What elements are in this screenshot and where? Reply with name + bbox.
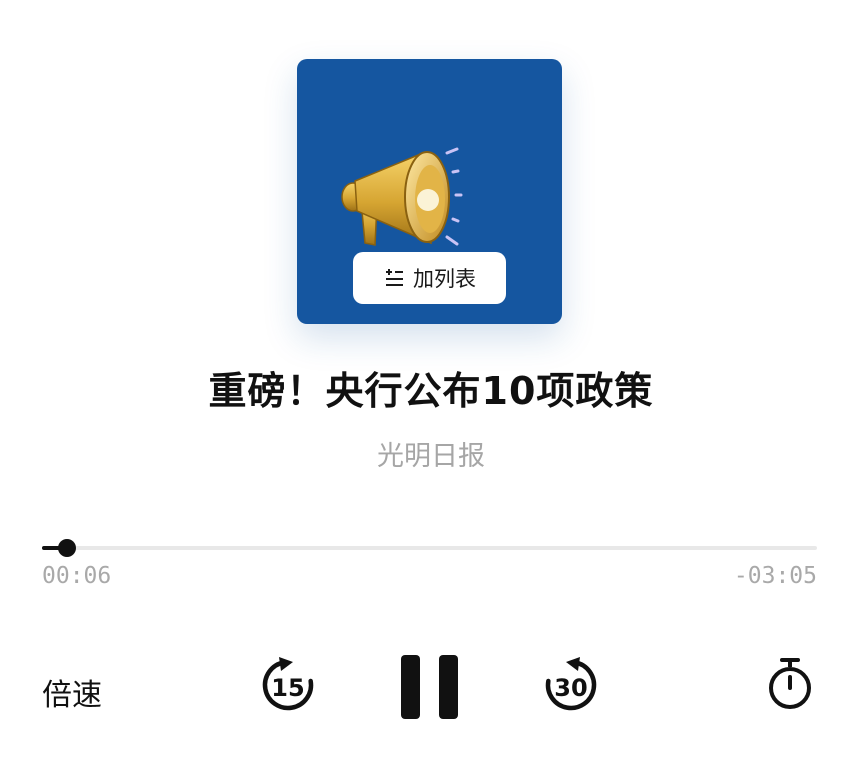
audio-player-screen: 加列表 重磅！央行公布10项政策 光明日报 00:06 -03:05 倍速 15… (0, 0, 862, 764)
rewind-15-button[interactable]: 15 (257, 654, 319, 716)
forward-30-button[interactable]: 30 (540, 654, 602, 716)
pause-button[interactable] (398, 653, 462, 721)
add-to-list-label: 加列表 (413, 267, 476, 291)
svg-text:15: 15 (271, 674, 304, 702)
megaphone-icon (341, 147, 463, 246)
progress-thumb[interactable] (57, 539, 76, 557)
remaining-time: -03:05 (733, 563, 817, 589)
track-title: 重磅！央行公布10项政策 (208, 369, 654, 413)
sleep-timer-button[interactable] (764, 656, 816, 712)
svg-text:30: 30 (554, 674, 587, 702)
playback-speed-button[interactable]: 倍速 (42, 670, 102, 714)
progress-track[interactable] (42, 546, 817, 550)
sleep-timer-icon (769, 658, 811, 709)
rewind-15-icon: 15 (262, 657, 314, 711)
pause-icon (401, 655, 458, 719)
add-to-list-button[interactable]: 加列表 (353, 252, 506, 304)
forward-30-icon: 30 (545, 657, 597, 711)
progress-slider[interactable] (42, 538, 817, 558)
elapsed-time: 00:06 (42, 563, 112, 589)
track-source[interactable]: 光明日报 (0, 434, 862, 473)
playlist-add-icon (386, 269, 403, 286)
cover-art: 加列表 (297, 59, 562, 324)
